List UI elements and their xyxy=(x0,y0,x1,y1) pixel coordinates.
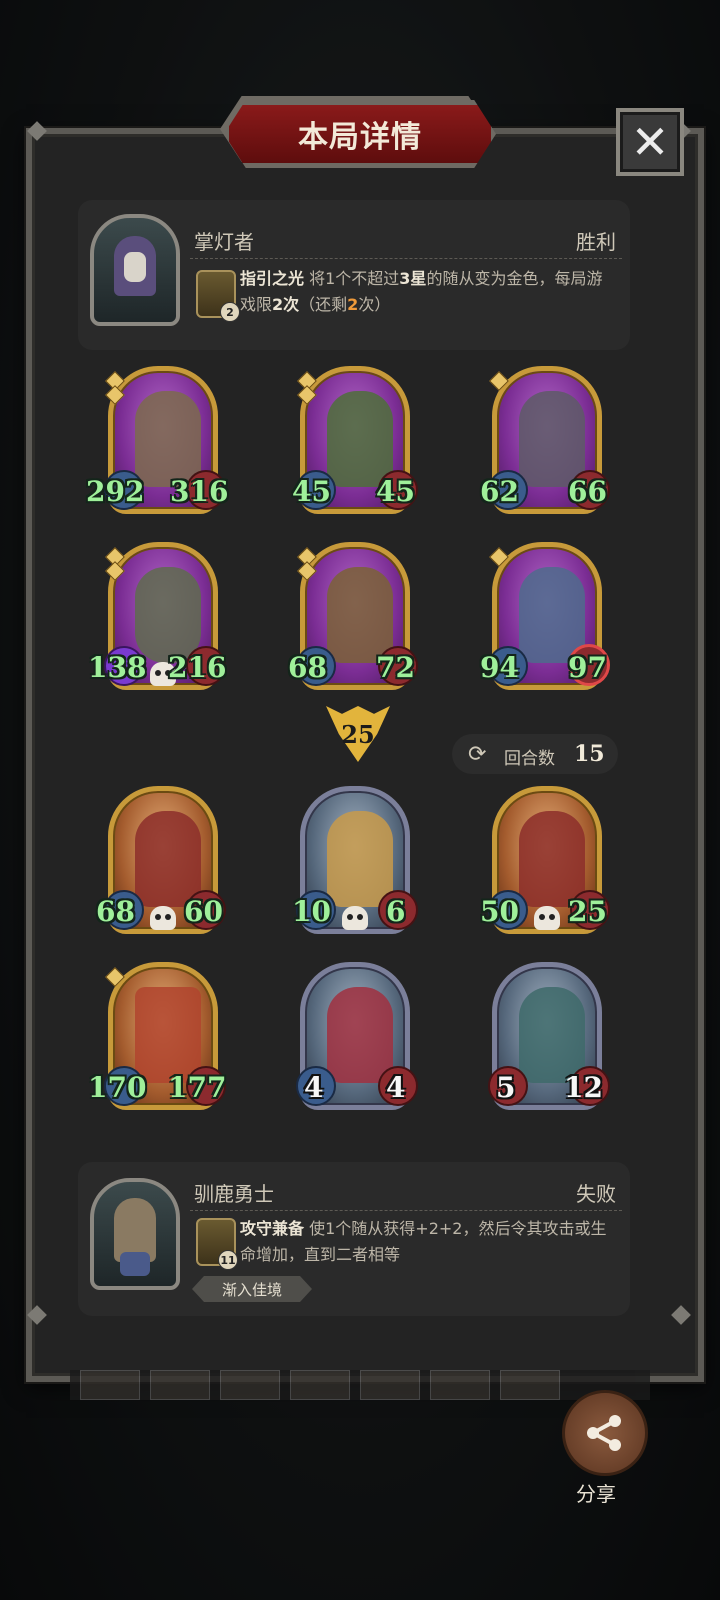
divider xyxy=(190,1210,622,1211)
health-value: 66 xyxy=(568,475,607,508)
dragon-figure xyxy=(135,811,201,907)
hero-portrait-reindeer-warrior[interactable] xyxy=(90,1178,180,1290)
attack-value: 94 xyxy=(480,651,519,684)
skill-text-part: 将1个不超过 xyxy=(309,269,400,288)
minion-card[interactable]: 68 72 xyxy=(288,542,418,694)
minion-card[interactable]: 5 12 xyxy=(488,962,610,1114)
round-label: 回合数 xyxy=(504,749,555,769)
robot-figure xyxy=(135,987,201,1083)
health-value: 72 xyxy=(376,651,415,684)
round-value: 15 xyxy=(574,741,605,767)
scarecrow-figure xyxy=(519,391,585,487)
health-value: 177 xyxy=(168,1071,227,1104)
skill-level-badge: 2 xyxy=(220,302,240,322)
lineup-thumb xyxy=(430,1370,490,1400)
attack-value: 5 xyxy=(496,1071,516,1104)
title-plate: 本局详情 xyxy=(224,100,496,168)
skill-name: 指引之光 xyxy=(240,269,305,288)
loser-hero-box: 驯鹿勇士 失败 11 攻守兼备 使1个随从获得+2+2，然后令其攻击或生命增加，… xyxy=(78,1162,630,1316)
page-title: 本局详情 xyxy=(298,120,422,155)
round-count: ⟳ 回合数 15 xyxy=(452,734,618,774)
share-label: 分享 xyxy=(576,1482,616,1506)
puppet-figure xyxy=(327,811,393,907)
close-icon: ✕ xyxy=(630,115,670,169)
share-button[interactable] xyxy=(562,1390,648,1476)
rock-golem-figure xyxy=(135,567,201,663)
minion-card[interactable]: 4 4 xyxy=(296,962,418,1114)
skull-icon xyxy=(342,906,368,930)
minion-card[interactable]: 50 25 xyxy=(480,786,610,938)
hero-result-lose: 失败 xyxy=(576,1182,616,1206)
skill-text-part: 2 xyxy=(347,295,359,314)
attack-value: 45 xyxy=(292,475,331,508)
skill-text-part: 2次 xyxy=(272,295,300,314)
skull-icon xyxy=(534,906,560,930)
hero-result-win: 胜利 xyxy=(576,230,616,254)
skill-description: 攻守兼备 使1个随从获得+2+2，然后令其攻击或生命增加，直到二者相等 xyxy=(240,1216,614,1268)
witch-figure xyxy=(327,567,393,663)
attack-value: 292 xyxy=(86,475,145,508)
lineup-thumb xyxy=(220,1370,280,1400)
skill-level-badge: 11 xyxy=(218,1250,238,1270)
attack-value: 50 xyxy=(480,895,519,928)
minion-card[interactable]: 45 45 xyxy=(292,366,418,518)
hero-name: 掌灯者 xyxy=(194,230,254,254)
health-value: 97 xyxy=(568,651,607,684)
lineup-thumb xyxy=(360,1370,420,1400)
attack-value: 62 xyxy=(480,475,519,508)
health-value: 45 xyxy=(376,475,415,508)
hero-name: 驯鹿勇士 xyxy=(194,1182,274,1206)
clown-figure xyxy=(327,987,393,1083)
lineup-thumb xyxy=(80,1370,140,1400)
skill-text-part: （还剩 xyxy=(299,295,348,314)
minion-card[interactable]: 138 216 xyxy=(88,542,226,694)
skull-icon xyxy=(150,906,176,930)
health-value: 4 xyxy=(386,1071,406,1104)
treant-figure xyxy=(135,391,201,487)
divider xyxy=(190,258,622,259)
attack-value: 68 xyxy=(96,895,135,928)
minion-card[interactable]: 68 60 xyxy=(96,786,226,938)
minion-card[interactable]: 170 177 xyxy=(88,962,226,1114)
skill-text-part: 3星 xyxy=(399,269,427,288)
hero-portrait-lamplighter[interactable] xyxy=(90,214,180,326)
lineup-thumb xyxy=(500,1370,560,1400)
lineup-strip xyxy=(70,1370,650,1400)
lineup-thumb xyxy=(290,1370,350,1400)
goblin-figure xyxy=(327,391,393,487)
skeleton-beast-figure xyxy=(519,987,585,1083)
health-value: 60 xyxy=(184,895,223,928)
lineup-thumb xyxy=(150,1370,210,1400)
minion-card[interactable]: 292 316 xyxy=(86,366,228,518)
attack-value: 138 xyxy=(88,651,147,684)
attack-value: 10 xyxy=(292,895,331,928)
repeat-icon: ⟳ xyxy=(468,742,487,767)
skill-text-part: 次） xyxy=(358,295,391,314)
skill-name: 攻守兼备 xyxy=(240,1219,305,1238)
health-value: 25 xyxy=(568,895,607,928)
winner-hero-box: 掌灯者 胜利 2 指引之光 将1个不超过3星的随从变为金色，每局游戏限2次（还剩… xyxy=(78,200,630,350)
skill-description: 指引之光 将1个不超过3星的随从变为金色，每局游戏限2次（还剩2次） xyxy=(240,266,614,318)
dragon-figure xyxy=(519,811,585,907)
health-value: 316 xyxy=(170,475,229,508)
attack-value: 170 xyxy=(88,1071,147,1104)
close-button[interactable]: ✕ xyxy=(616,108,684,176)
attack-value: 68 xyxy=(288,651,327,684)
damage-value: 25 xyxy=(341,720,375,749)
health-value: 216 xyxy=(168,651,227,684)
health-value: 12 xyxy=(564,1071,603,1104)
hero-tag: 渐入佳境 xyxy=(192,1276,312,1302)
minion-card[interactable]: 10 6 xyxy=(292,786,418,938)
minion-card[interactable]: 94 97 xyxy=(480,542,610,694)
minion-card[interactable]: 62 66 xyxy=(480,366,610,518)
attack-value: 4 xyxy=(304,1071,324,1104)
health-value: 6 xyxy=(386,895,406,928)
share-icon xyxy=(587,1415,621,1451)
